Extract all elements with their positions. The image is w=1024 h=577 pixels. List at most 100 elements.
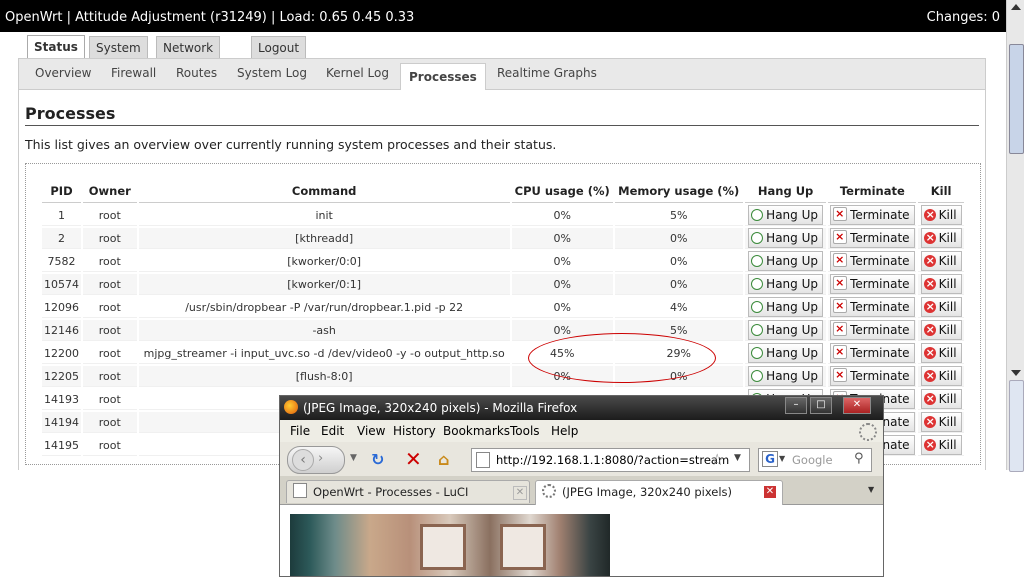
terminate-button[interactable]: Terminate: [830, 366, 915, 386]
subtab-kernel-log[interactable]: Kernel Log: [326, 66, 389, 80]
terminate-button[interactable]: Terminate: [830, 205, 915, 225]
menu-tools[interactable]: Tools: [510, 424, 540, 438]
terminate-icon: [833, 343, 848, 361]
url-text[interactable]: http://192.168.1.1:8080/?action=stream: [496, 453, 729, 467]
hang-up-button[interactable]: Hang Up: [748, 205, 823, 225]
cell-command: [kthreadd]: [138, 228, 510, 249]
table-row: 2root[kthreadd]0%0%Hang UpTerminateKill: [42, 228, 964, 249]
terminate-button[interactable]: Terminate: [830, 228, 915, 248]
tab-luci-processes[interactable]: OpenWrt - Processes - LuCI ✕: [286, 480, 530, 503]
kill-button[interactable]: Kill: [920, 389, 962, 409]
kill-button[interactable]: Kill: [920, 274, 962, 294]
menu-edit[interactable]: Edit: [321, 424, 344, 438]
button-label: Kill: [938, 438, 957, 452]
home-button[interactable]: ⌂: [438, 450, 449, 469]
cell-terminate: Terminate: [828, 251, 917, 272]
close-window-button[interactable]: ✕: [843, 397, 871, 414]
firefox-navbar: ‹ › ▼ ↻ ✕ ⌂ http://192.168.1.1:8080/?act…: [280, 442, 883, 477]
kill-button[interactable]: Kill: [920, 343, 962, 363]
hang-up-button[interactable]: Hang Up: [748, 343, 823, 363]
terminate-icon: [833, 274, 848, 292]
tab-status[interactable]: Status: [27, 35, 85, 60]
close-tab-icon[interactable]: ✕: [764, 486, 776, 498]
terminate-button[interactable]: Terminate: [830, 251, 915, 271]
history-dropdown-icon[interactable]: ▼: [350, 453, 357, 463]
hang-up-button[interactable]: Hang Up: [748, 251, 823, 271]
terminate-button[interactable]: Terminate: [830, 297, 915, 317]
url-bar[interactable]: http://192.168.1.1:8080/?action=stream ☆…: [471, 448, 750, 472]
subtab-routes[interactable]: Routes: [176, 66, 217, 80]
kill-button[interactable]: Kill: [920, 320, 962, 340]
cell-kill: Kill: [918, 343, 964, 364]
page-description: This list gives an overview over current…: [25, 137, 557, 152]
cell-terminate: Terminate: [828, 320, 917, 341]
cell-terminate: Terminate: [828, 297, 917, 318]
refresh-icon: [751, 301, 764, 313]
stop-button[interactable]: ✕: [405, 447, 422, 471]
terminate-button[interactable]: Terminate: [830, 320, 915, 340]
firefox-titlebar[interactable]: (JPEG Image, 320x240 pixels) - Mozilla F…: [280, 396, 883, 420]
tab-logout[interactable]: Logout: [251, 36, 307, 59]
image-window-frame: [500, 524, 546, 570]
hang-up-button[interactable]: Hang Up: [748, 297, 823, 317]
subtab-processes[interactable]: Processes: [400, 63, 486, 90]
kill-button[interactable]: Kill: [920, 435, 962, 455]
kill-icon: [923, 252, 936, 270]
hang-up-button[interactable]: Hang Up: [748, 366, 823, 386]
menu-help[interactable]: Help: [551, 424, 578, 438]
changes-counter[interactable]: Changes: 0: [927, 10, 1000, 25]
scrollbar-track[interactable]: [1009, 380, 1024, 472]
kill-button[interactable]: Kill: [920, 366, 962, 386]
terminate-button[interactable]: Terminate: [830, 274, 915, 294]
cell-pid: 14193: [42, 389, 81, 410]
url-dropdown-icon[interactable]: ▼: [734, 453, 741, 463]
hang-up-button[interactable]: Hang Up: [748, 320, 823, 340]
tab-system[interactable]: System: [89, 36, 148, 59]
kill-button[interactable]: Kill: [920, 297, 962, 317]
subtab-overview[interactable]: Overview: [35, 66, 92, 80]
search-icon[interactable]: ⚲: [854, 451, 864, 466]
hang-up-button[interactable]: Hang Up: [748, 274, 823, 294]
tab-list-icon[interactable]: ▼: [868, 485, 874, 494]
kill-button[interactable]: Kill: [920, 205, 962, 225]
terminate-button[interactable]: Terminate: [830, 343, 915, 363]
reload-button[interactable]: ↻: [371, 450, 384, 469]
cell-memory: 5%: [614, 205, 743, 226]
engine-dropdown-icon[interactable]: ▼: [779, 454, 785, 463]
google-engine-icon[interactable]: G: [762, 451, 778, 467]
menu-view[interactable]: View: [357, 424, 385, 438]
scroll-down-icon[interactable]: [1011, 370, 1021, 376]
col-hangup: Hang Up: [744, 180, 827, 203]
kill-button[interactable]: Kill: [920, 251, 962, 271]
menu-history[interactable]: History: [393, 424, 436, 438]
subtab-realtime-graphs[interactable]: Realtime Graphs: [497, 66, 597, 80]
cell-owner: root: [83, 320, 137, 341]
menu-file[interactable]: File: [290, 424, 310, 438]
kill-button[interactable]: Kill: [920, 412, 962, 432]
menu-bookmarks[interactable]: Bookmarks: [443, 424, 510, 438]
bookmark-star-icon[interactable]: ☆: [710, 450, 724, 469]
page-scrollbar[interactable]: [1006, 0, 1024, 472]
tab-jpeg-image[interactable]: (JPEG Image, 320x240 pixels) ✕: [535, 480, 783, 505]
cell-cpu: 0%: [511, 228, 613, 249]
forward-button[interactable]: ›: [318, 451, 323, 466]
cell-pid: 1: [42, 205, 81, 226]
search-bar[interactable]: G ▼ Google ⚲: [758, 448, 872, 472]
subtab-firewall[interactable]: Firewall: [111, 66, 156, 80]
minimize-button[interactable]: –: [785, 397, 807, 414]
tab-network[interactable]: Network: [156, 36, 221, 59]
kill-icon: [923, 275, 936, 293]
table-row: 7582root[kworker/0:0]0%0%Hang UpTerminat…: [42, 251, 964, 272]
table-row: 12096 root/usr/sbin/dropbear -P /var/run/…: [42, 297, 964, 318]
close-tab-icon[interactable]: ✕: [513, 486, 527, 500]
header-bar: OpenWrt | Attitude Adjustment (r31249) |…: [0, 0, 1006, 32]
kill-icon: [923, 298, 936, 316]
scroll-up-icon[interactable]: [1011, 4, 1021, 10]
scrollbar-thumb[interactable]: [1009, 44, 1024, 154]
subtab-system-log[interactable]: System Log: [237, 66, 307, 80]
maximize-button[interactable]: □: [810, 397, 832, 414]
kill-icon: [923, 367, 936, 385]
hang-up-button[interactable]: Hang Up: [748, 228, 823, 248]
back-button[interactable]: ‹: [292, 449, 314, 471]
kill-button[interactable]: Kill: [920, 228, 962, 248]
